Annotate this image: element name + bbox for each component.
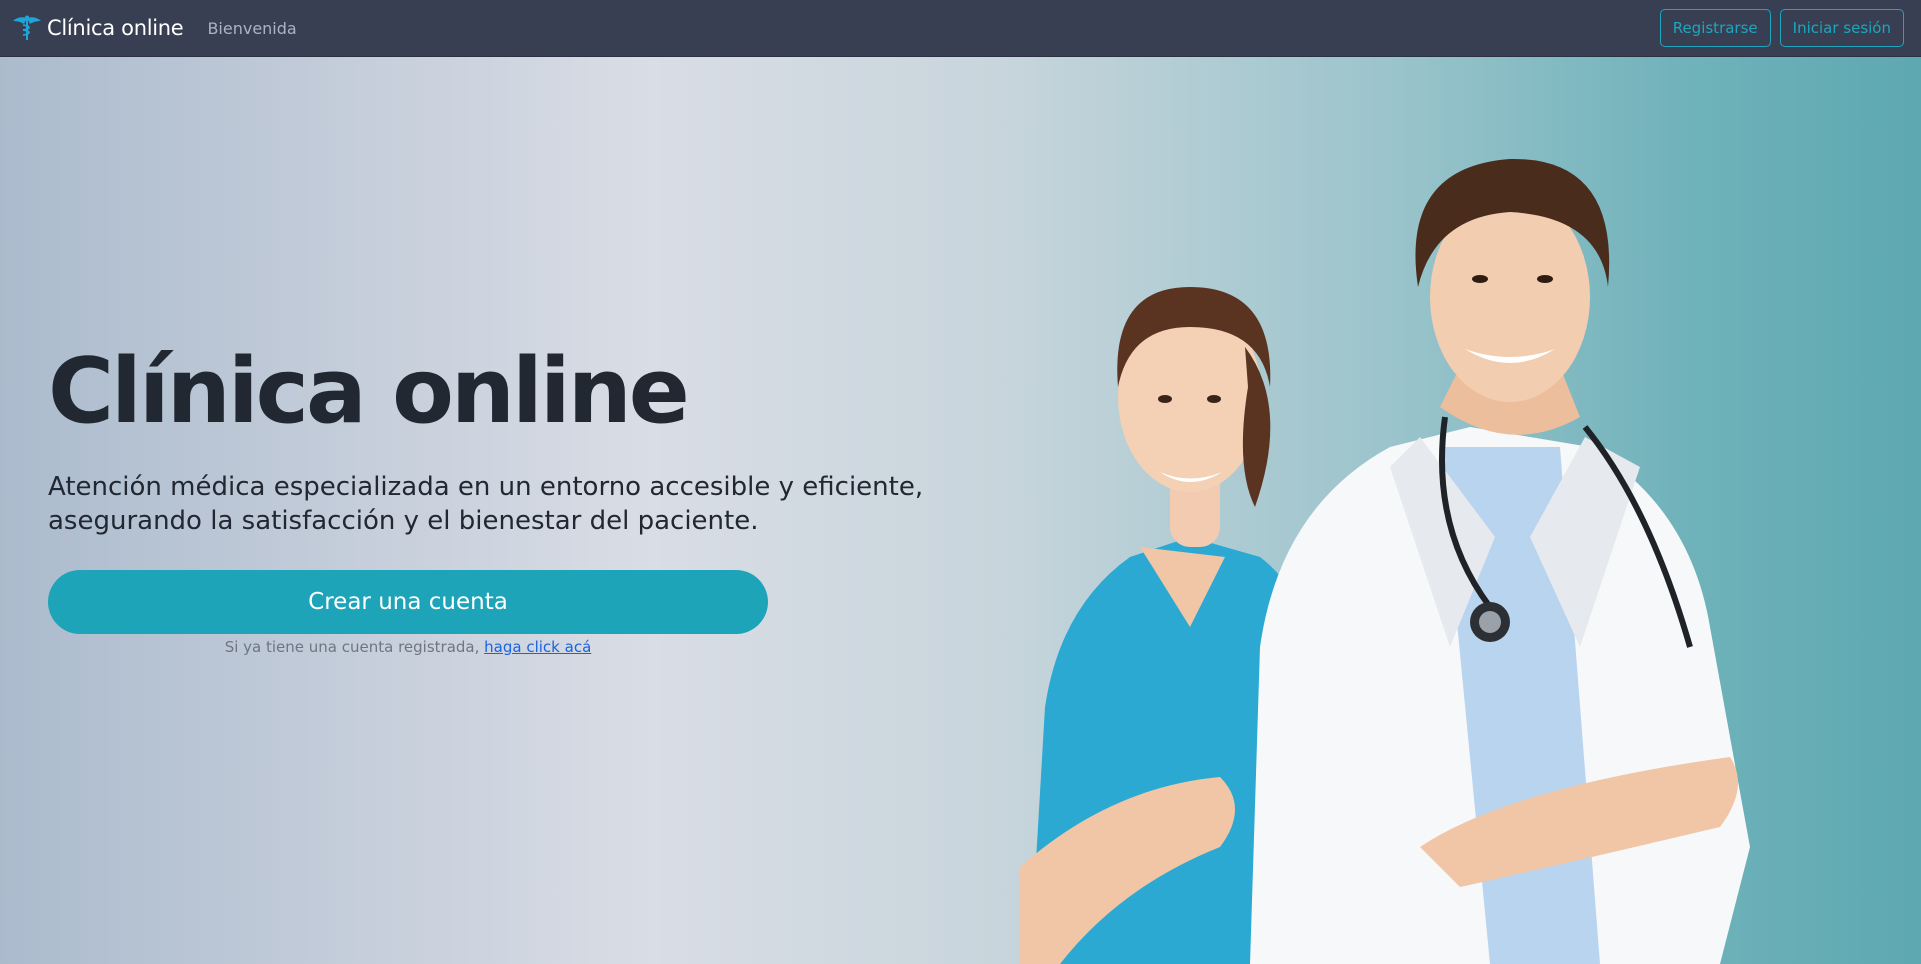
auth-buttons: Registrarse Iniciar sesión <box>1659 9 1904 47</box>
doctor-figure <box>1250 158 1750 964</box>
hero-section: Clínica online Atención médica especiali… <box>0 57 1921 964</box>
register-button[interactable]: Registrarse <box>1659 9 1771 47</box>
hero-lead: Atención médica especializada en un ento… <box>48 472 924 536</box>
hero-title: Clínica online <box>48 339 690 444</box>
cta-group: Crear una cuenta Si ya tiene una cuenta … <box>48 570 768 656</box>
hero-content: Clínica online Atención médica especiali… <box>48 347 948 656</box>
brand-name: Clínica online <box>47 16 184 40</box>
login-link[interactable]: haga click acá <box>484 638 591 656</box>
login-hint: Si ya tiene una cuenta registrada, haga … <box>48 638 768 656</box>
top-navbar: Clínica online Bienvenida Registrarse In… <box>0 0 1921 57</box>
login-button[interactable]: Iniciar sesión <box>1779 9 1904 47</box>
nav-link-bienvenida[interactable]: Bienvenida <box>207 19 296 38</box>
caduceus-icon <box>13 15 41 40</box>
doctors-illustration <box>1020 158 1750 964</box>
create-account-button[interactable]: Crear una cuenta <box>48 570 768 634</box>
login-hint-text: Si ya tiene una cuenta registrada, <box>224 638 480 656</box>
brand[interactable]: Clínica online <box>12 15 184 41</box>
